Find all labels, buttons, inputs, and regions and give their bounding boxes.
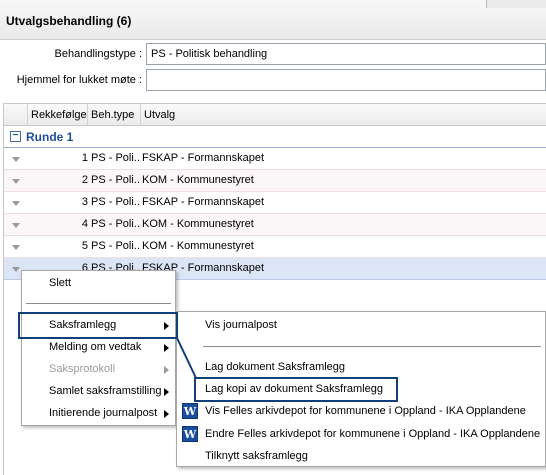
connector-line (176, 337, 197, 379)
annotation-connector (176, 337, 197, 379)
